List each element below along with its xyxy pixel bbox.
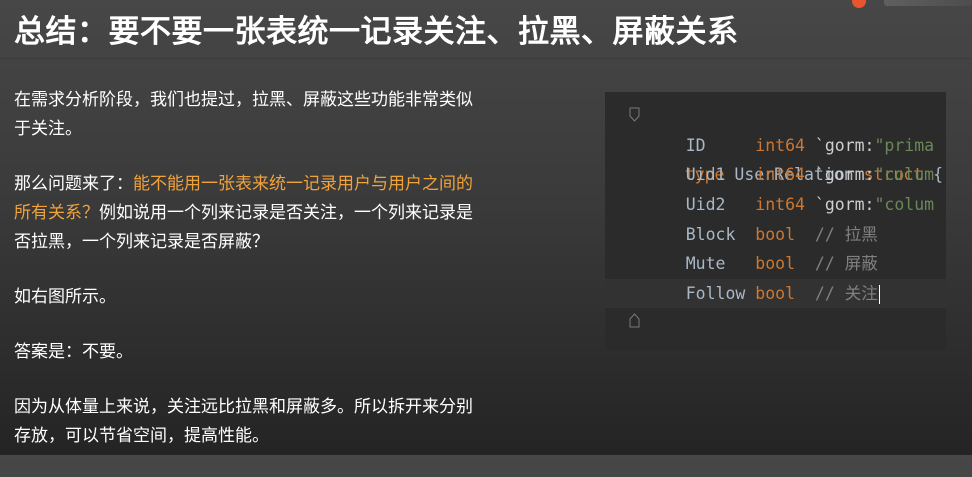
code-line-close: } bbox=[605, 308, 946, 337]
code-type-bool: bool bbox=[755, 284, 796, 303]
code-tag-string: "prima bbox=[874, 136, 935, 155]
paragraph-see-figure: 如右图所示。 bbox=[14, 287, 116, 307]
code-field-block: Block bbox=[646, 225, 756, 244]
text-cursor bbox=[878, 285, 880, 304]
slide-body: 在需求分析阶段，我们也提过，拉黑、屏蔽这些功能非常类似于关注。 那么问题来了：能… bbox=[14, 86, 482, 477]
fold-close-icon bbox=[629, 313, 640, 328]
code-field-uid1: Uid1 bbox=[646, 165, 756, 184]
code-comment-follow: // 关注 bbox=[795, 284, 878, 303]
code-line-uid2: Uid2 int64 `gorm:"colum bbox=[605, 190, 946, 219]
title-divider bbox=[0, 58, 972, 59]
code-type-bool: bool bbox=[755, 225, 796, 244]
code-line-follow: Follow bool // 关注 bbox=[605, 279, 946, 308]
question-lead: 那么问题来了： bbox=[14, 174, 133, 194]
code-type-int64: int64 bbox=[755, 195, 805, 214]
code-tag-string: "colum bbox=[874, 165, 935, 184]
code-tag: `gorm: bbox=[804, 136, 875, 155]
fold-open-icon bbox=[629, 107, 640, 122]
code-type-int64: int64 bbox=[755, 136, 805, 155]
code-line-struct-decl: type UserRelation struct { n bbox=[605, 102, 946, 184]
paragraph-answer: 答案是：不要。 bbox=[14, 342, 133, 362]
paragraph-reason: 因为从体量上来说，关注远比拉黑和屏蔽多。所以拆开来分别存放，可以节省空间，提高性… bbox=[14, 397, 473, 446]
code-line-uid1: Uid1 int64 `gorm:"colum bbox=[605, 160, 946, 189]
code-tag-string: "colum bbox=[874, 195, 935, 214]
code-field-mute: Mute bbox=[646, 254, 756, 273]
code-comment-block: // 拉黑 bbox=[795, 225, 878, 244]
code-tag: `gorm: bbox=[804, 165, 875, 184]
paragraph-requirements: 在需求分析阶段，我们也提过，拉黑、屏蔽这些功能非常类似于关注。 bbox=[14, 90, 473, 139]
code-tag: `gorm: bbox=[804, 195, 875, 214]
code-line-id: ID int64 `gorm:"prima bbox=[605, 131, 946, 160]
code-line-block: Block bool // 拉黑 bbox=[605, 220, 946, 249]
brand-logo-wordmark bbox=[884, 0, 972, 6]
code-field-follow: Follow bbox=[646, 284, 756, 303]
brand-logo-icon bbox=[852, 0, 866, 8]
code-snippet: type UserRelation struct { n ID int64 `g… bbox=[605, 92, 946, 350]
code-field-uid2: Uid2 bbox=[646, 195, 756, 214]
paragraph-question: 那么问题来了：能不能用一张表来统一记录用户与用户之间的所有关系？例如说用一个列来… bbox=[14, 170, 482, 257]
slide-title: 总结：要不要一张表统一记录关注、拉黑、屏蔽关系 bbox=[14, 14, 739, 50]
code-type-bool: bool bbox=[755, 254, 796, 273]
code-line-mute: Mute bool // 屏蔽 bbox=[605, 249, 946, 278]
code-comment-mute: // 屏蔽 bbox=[795, 254, 878, 273]
code-field-id: ID bbox=[646, 136, 756, 155]
code-type-int64: int64 bbox=[755, 165, 805, 184]
